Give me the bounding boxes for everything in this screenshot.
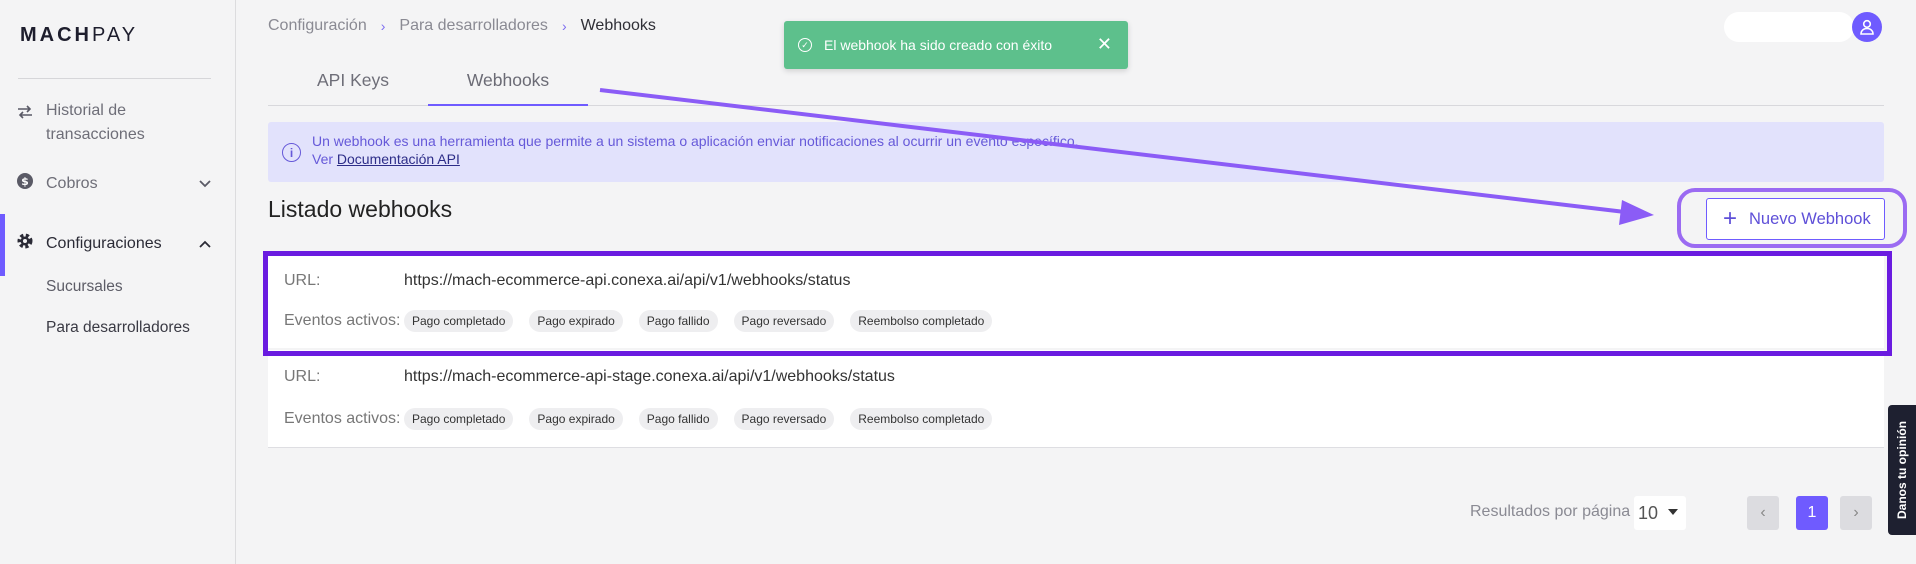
sidebar-item-historial[interactable]: Historial de transacciones [0,99,236,147]
success-toast: ✓ El webhook ha sido creado con éxito ✕ [784,21,1128,69]
logo[interactable]: MACHPAY [20,24,138,47]
chevron-right-icon: › [561,18,567,34]
url-label: URL: [284,368,321,385]
documentation-link[interactable]: Documentación API [337,151,460,167]
sidebar-item-configuraciones[interactable]: Configuraciones [0,214,236,276]
per-page-select[interactable]: 10 [1634,496,1686,530]
sidebar-item-label: Historial de transacciones [46,102,145,143]
plus-icon: + [1723,205,1738,232]
gear-icon [16,232,34,250]
info-text: Un webhook es una herramienta que permit… [312,133,1079,149]
breadcrumb: Configuración › Para desarrolladores › W… [268,17,656,35]
chevron-down-icon [198,176,212,194]
chevron-up-icon [198,236,212,254]
page-button-1[interactable]: 1 [1796,496,1828,530]
svg-text:$: $ [21,175,29,188]
feedback-tab[interactable]: Danos tu opinión [1888,405,1916,535]
sidebar-subitem-sucursales[interactable]: Sucursales [46,278,123,296]
breadcrumb-item[interactable]: Para desarrolladores [399,17,548,35]
info-see: Ver [312,151,334,167]
events-list: Pago completado Pago expirado Pago falli… [404,408,993,430]
event-chip: Reembolso completado [850,408,993,430]
webhook-card[interactable]: URL: https://mach-ecommerce-api-stage.co… [268,350,1884,448]
close-icon[interactable]: ✕ [1097,34,1112,55]
toast-message: El webhook ha sido creado con éxito [824,37,1053,53]
check-circle-icon: ✓ [798,38,812,52]
sidebar-subitem-desarrolladores[interactable]: Para desarrolladores [46,319,190,337]
dollar-circle-icon: $ [16,172,34,190]
event-chip: Pago completado [404,408,514,430]
sidebar-item-label: Cobros [46,175,98,192]
caret-down-icon [1668,509,1678,515]
events-label: Eventos activos: [284,410,401,427]
webhook-url: https://mach-ecommerce-api-stage.conexa.… [404,368,895,385]
info-link-line: Ver Documentación API [312,151,460,167]
sidebar-item-cobros[interactable]: $ Cobros [0,172,236,196]
new-webhook-label: Nuevo Webhook [1749,209,1871,228]
sidebar-divider [18,78,211,79]
per-page-value: 10 [1638,502,1659,523]
new-webhook-button[interactable]: + Nuevo Webhook [1706,198,1885,240]
tab-webhooks[interactable]: Webhooks [428,70,588,106]
tab-api-keys[interactable]: API Keys [312,70,394,106]
feedback-label: Danos tu opinión [1895,421,1909,519]
user-icon[interactable] [1852,12,1882,42]
page-title: Listado webhooks [268,196,453,222]
event-chip: Pago fallido [638,408,718,430]
chevron-right-icon: › [380,18,386,34]
highlight-box [263,251,1892,356]
info-banner: i Un webhook es una herramienta que perm… [268,122,1884,182]
sidebar-item-label: Configuraciones [46,235,162,252]
breadcrumb-current: Webhooks [580,17,656,34]
prev-page-button[interactable]: ‹ [1747,496,1779,530]
next-page-button[interactable]: › [1840,496,1872,530]
tabs: API Keys Webhooks [268,66,1884,106]
top-search[interactable] [1724,12,1854,42]
breadcrumb-item[interactable]: Configuración [268,17,367,35]
swap-arrows-icon [16,103,34,121]
sidebar: MACHPAY Historial de transacciones $ Cobr… [0,0,236,564]
pagination-label: Resultados por página [1470,503,1631,520]
info-icon: i [282,143,301,162]
event-chip: Pago reversado [733,408,835,430]
event-chip: Pago expirado [529,408,623,430]
